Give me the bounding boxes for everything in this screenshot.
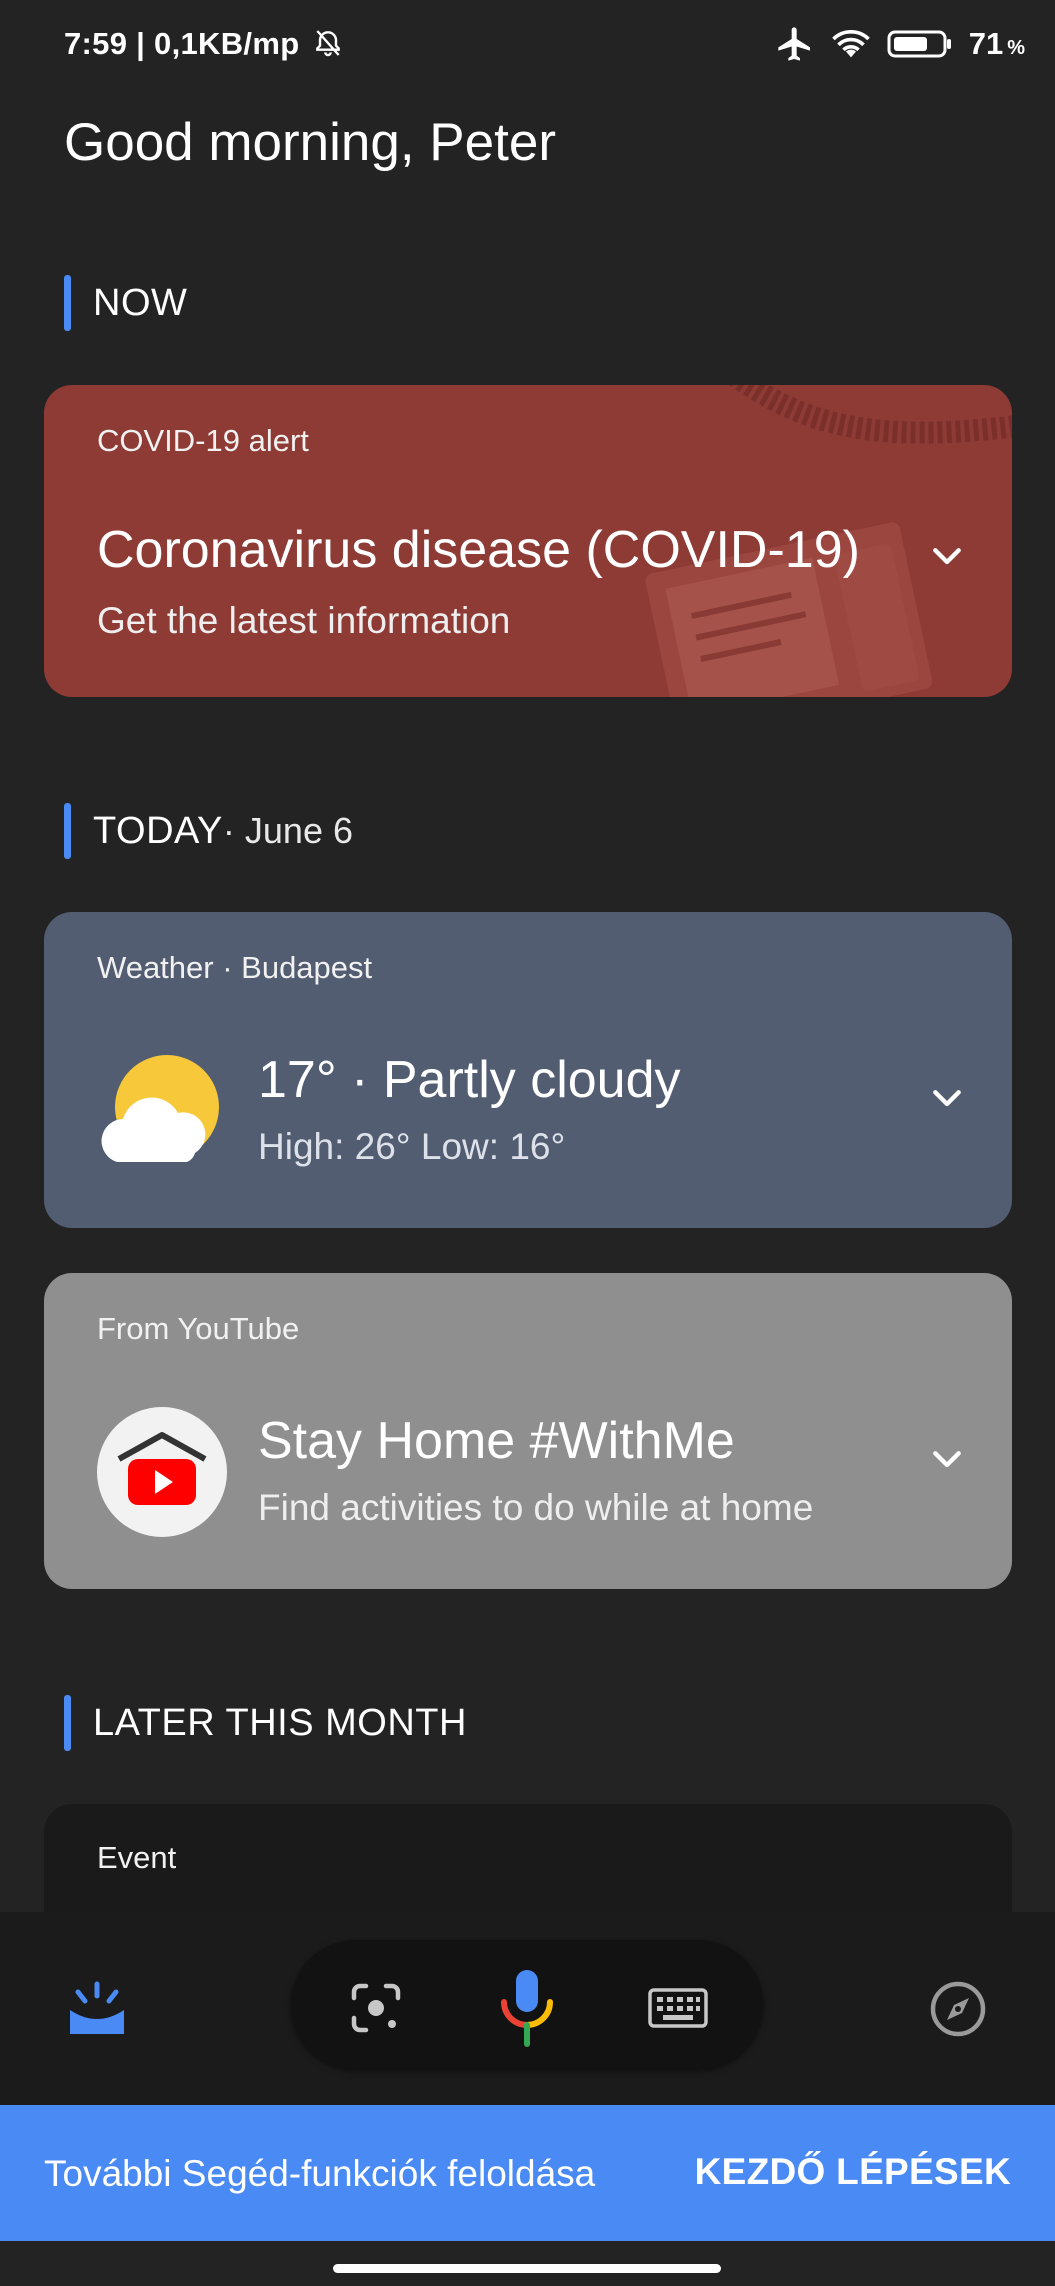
youtube-card[interactable]: From YouTube Stay Home #WithMe Find acti…	[44, 1273, 1012, 1589]
section-accent-bar	[64, 1695, 71, 1751]
section-accent-bar	[64, 803, 71, 859]
snapshot-icon[interactable]	[66, 1980, 128, 2036]
section-label: TODAY	[93, 809, 223, 852]
card-subtitle: Get the latest information	[97, 600, 511, 641]
compass-icon[interactable]	[929, 1980, 987, 2038]
card-title: Stay Home #WithMe	[258, 1412, 735, 1470]
alarm-off-icon	[316, 30, 341, 57]
status-time: 7:59 | 0,1KB/mp	[64, 26, 344, 62]
get-started-button[interactable]: KEZDŐ LÉPÉSEK	[695, 2151, 1011, 2193]
section-date: · June 6	[222, 810, 353, 851]
airplane-icon	[778, 27, 810, 61]
status-icons: 71%	[775, 24, 1025, 64]
card-subtitle: Find activities to do while at home	[258, 1487, 814, 1528]
chevron-down-icon[interactable]	[927, 1440, 967, 1480]
section-now: NOW	[64, 275, 187, 331]
gesture-bar[interactable]	[333, 2264, 721, 2273]
greeting: Good morning, Peter	[64, 113, 556, 172]
card-kicker: From YouTube	[97, 1311, 300, 1346]
section-label: LATER THIS MONTH	[93, 1701, 467, 1744]
banner-text: További Segéd-funkciók feloldása	[44, 2153, 596, 2194]
section-accent-bar	[64, 275, 71, 331]
card-title: 17° · Partly cloudy	[258, 1051, 681, 1109]
battery-level: 71%	[968, 26, 1025, 61]
card-kicker: COVID-19 alert	[97, 423, 309, 458]
status-time-text: 7:59 | 0,1KB/mp	[64, 26, 300, 61]
covid-card[interactable]: COVID-19 alert Coronavirus disease (COVI…	[44, 385, 1012, 697]
chevron-down-icon[interactable]	[927, 537, 967, 577]
card-title: Coronavirus disease (COVID-19)	[97, 521, 860, 579]
section-label: NOW	[93, 281, 188, 324]
battery-icon	[887, 30, 951, 58]
lens-icon[interactable]	[350, 1982, 402, 2034]
wifi-icon	[831, 30, 870, 58]
weather-card[interactable]: Weather · Budapest 17° · Partly cloudy H…	[44, 912, 1012, 1228]
keyboard-icon[interactable]	[648, 1988, 708, 2028]
card-kicker: Weather · Budapest	[97, 950, 373, 985]
card-kicker: Event	[97, 1840, 177, 1875]
card-subtitle: High: 26° Low: 16°	[258, 1126, 566, 1167]
section-later: LATER THIS MONTH	[64, 1695, 467, 1751]
youtube-home-icon	[97, 1407, 227, 1537]
partly-cloudy-icon	[101, 1055, 219, 1162]
section-today: TODAY · June 6	[64, 803, 353, 859]
chevron-down-icon[interactable]	[927, 1079, 967, 1119]
mic-icon[interactable]	[499, 1968, 555, 2048]
